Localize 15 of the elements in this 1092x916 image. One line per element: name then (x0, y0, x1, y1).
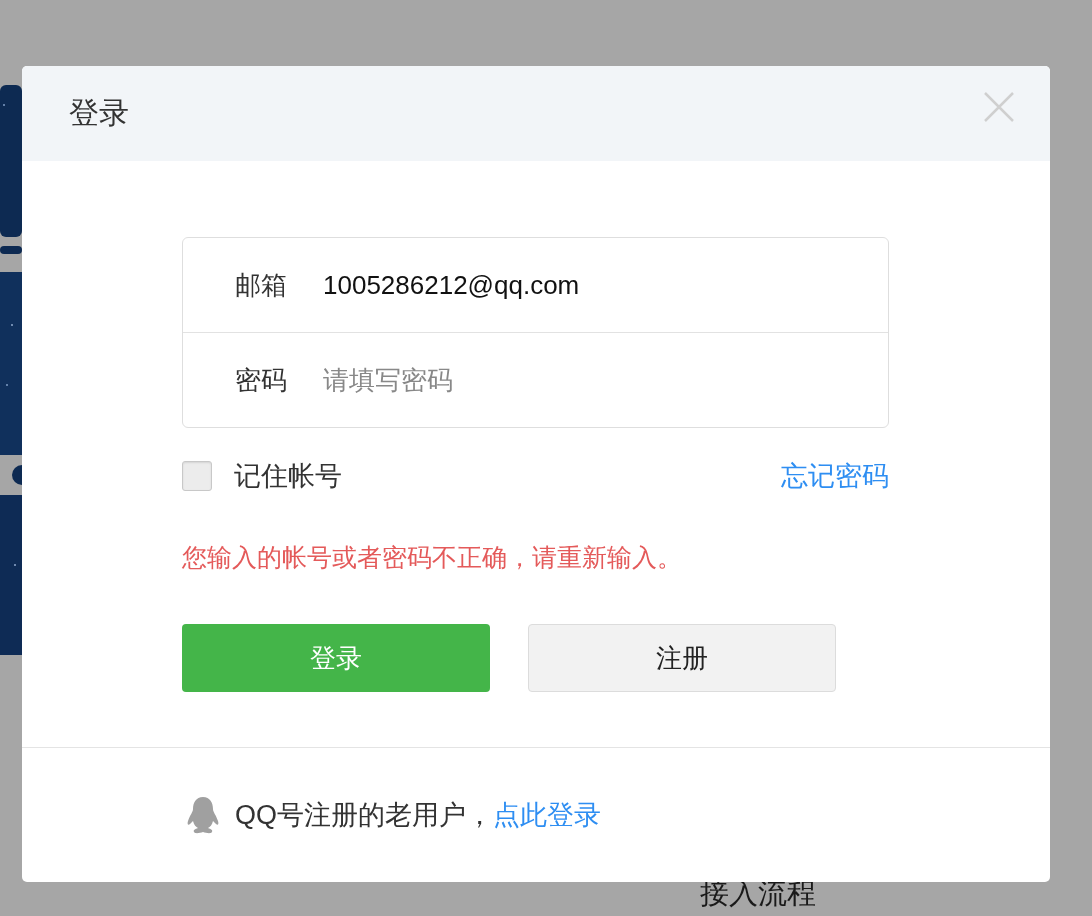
checkbox[interactable] (182, 461, 212, 491)
qq-login-link[interactable]: 点此登录 (493, 797, 601, 833)
input-field[interactable]: 1005286212@qq.com (323, 269, 843, 301)
input-field[interactable]: 请填写密码 (323, 364, 843, 396)
field-label: 密码 (235, 363, 288, 397)
forgot-password-link[interactable]: 忘记密码 (781, 458, 889, 494)
footer-text: QQ号注册的老用户， (235, 799, 493, 832)
field-label: 邮箱 (235, 268, 288, 302)
penguin-icon (185, 795, 221, 835)
checkbox-label: 记住帐号 (234, 460, 342, 493)
register-button[interactable]: 注册 (528, 624, 836, 692)
login-button[interactable]: 登录 (182, 624, 490, 692)
close-icon[interactable] (983, 90, 1015, 123)
error-message: 您输入的帐号或者密码不正确，请重新输入。 (182, 542, 683, 573)
dialog-title: 登录 (69, 95, 129, 131)
